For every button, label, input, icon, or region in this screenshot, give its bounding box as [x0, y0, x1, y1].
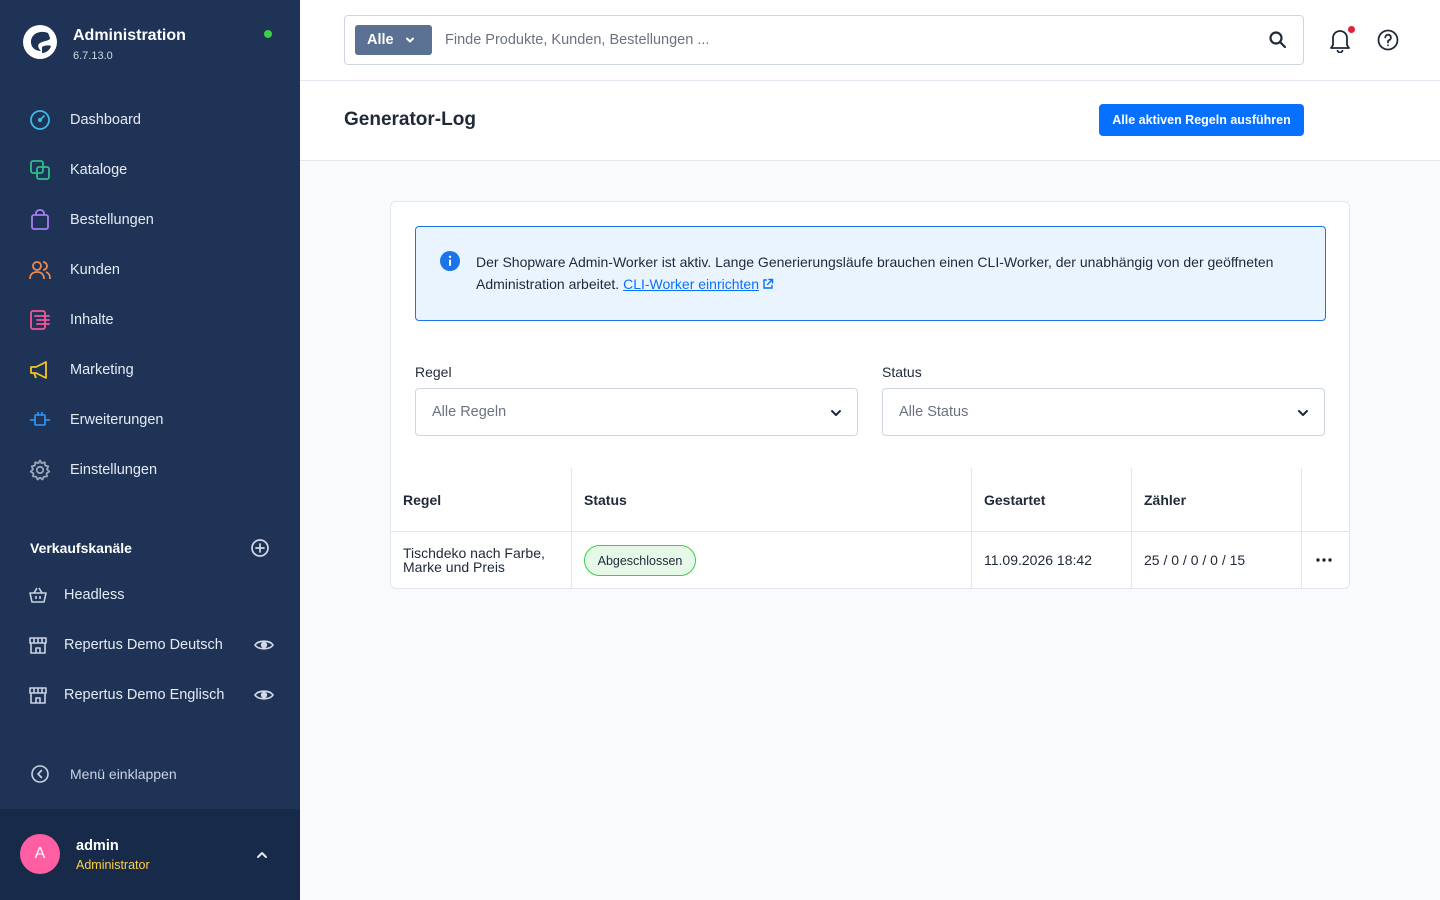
sales-channel-repertus-englisch[interactable]: Repertus Demo Englisch	[28, 683, 274, 707]
search-type-dropdown[interactable]: Alle	[355, 25, 432, 55]
column-header-rule[interactable]: Regel	[403, 492, 441, 508]
eye-icon[interactable]	[254, 688, 274, 702]
cli-worker-link[interactable]: CLI-Worker einrichten	[623, 276, 774, 292]
dashboard-icon	[28, 108, 52, 132]
user-role: Administrator	[76, 858, 150, 872]
help-icon[interactable]	[1376, 28, 1400, 52]
megaphone-icon	[28, 358, 52, 382]
sales-channel-label: Repertus Demo Englisch	[64, 687, 225, 703]
page-title: Generator-Log	[344, 109, 476, 130]
info-alert: Der Shopware Admin-Worker ist aktiv. Lan…	[415, 226, 1326, 321]
nav-item-content[interactable]: Inhalte	[0, 295, 300, 345]
status-filter-select[interactable]: Alle Status	[882, 388, 1325, 436]
status-filter-value: Alle Status	[899, 404, 969, 420]
nav-item-marketing[interactable]: Marketing	[0, 345, 300, 395]
status-filter-label: Status	[882, 364, 922, 380]
notification-dot	[1348, 26, 1355, 33]
rule-filter-value: Alle Regeln	[432, 404, 507, 420]
search-icon[interactable]	[1267, 29, 1289, 51]
chevron-down-icon	[405, 37, 414, 43]
nav-item-catalogs[interactable]: Kataloge	[0, 145, 300, 195]
nav-label: Kataloge	[70, 162, 128, 178]
sales-channel-label: Repertus Demo Deutsch	[64, 637, 223, 653]
chevron-up-icon[interactable]	[254, 847, 270, 863]
more-actions-icon[interactable]	[1316, 558, 1332, 562]
rule-filter-select[interactable]: Alle Regeln	[415, 388, 858, 436]
chevron-down-icon	[1298, 410, 1308, 416]
table-row: Tischdeko nach Farbe, Marke und Preis Ab…	[391, 532, 1349, 588]
cell-started: 11.09.2026 18:42	[984, 552, 1092, 568]
nav-label: Erweiterungen	[70, 412, 164, 428]
app-version: 6.7.13.0	[73, 50, 113, 62]
table-header: Regel Status Gestartet Zähler	[391, 468, 1349, 532]
basket-icon	[29, 587, 47, 603]
brand: Administration 6.7.13.0	[22, 24, 186, 64]
search-input[interactable]	[445, 28, 1245, 52]
shopware-logo-icon	[23, 25, 57, 59]
column-header-status[interactable]: Status	[584, 492, 627, 508]
eye-icon[interactable]	[254, 638, 274, 652]
generator-log-card: Der Shopware Admin-Worker ist aktiv. Lan…	[390, 201, 1350, 589]
storefront-icon	[29, 687, 47, 704]
nav-label: Einstellungen	[70, 462, 158, 478]
content-icon	[28, 308, 52, 332]
sales-channel-repertus-deutsch[interactable]: Repertus Demo Deutsch	[28, 633, 274, 657]
global-search: Alle	[344, 15, 1304, 65]
log-table: Regel Status Gestartet Zähler Tischdeko …	[391, 468, 1349, 588]
nav-item-settings[interactable]: Einstellungen	[0, 445, 300, 495]
sales-channel-headless[interactable]: Headless	[28, 583, 274, 607]
nav-item-orders[interactable]: Bestellungen	[0, 195, 300, 245]
online-status-dot	[264, 30, 272, 38]
add-sales-channel-icon[interactable]	[250, 538, 270, 558]
collapse-menu-button[interactable]: Menü einklappen	[30, 764, 177, 784]
nav-label: Inhalte	[70, 312, 114, 328]
avatar: A	[20, 834, 60, 874]
alert-text: Der Shopware Admin-Worker ist aktiv. Lan…	[476, 251, 1296, 295]
info-icon	[440, 251, 460, 271]
user-name: admin	[76, 838, 119, 854]
nav-label: Kunden	[70, 262, 120, 278]
sales-channels-title: Verkaufskanäle	[30, 540, 132, 556]
external-link-icon	[763, 278, 774, 289]
nav-item-dashboard[interactable]: Dashboard	[0, 95, 300, 145]
nav-label: Bestellungen	[70, 212, 154, 228]
shopping-bag-icon	[28, 208, 52, 232]
column-header-started[interactable]: Gestartet	[984, 492, 1045, 508]
chevron-down-icon	[831, 410, 841, 416]
sidebar: Administration 6.7.13.0 Dashboard Katalo…	[0, 0, 300, 900]
nav-label: Dashboard	[70, 112, 141, 128]
alert-message: Der Shopware Admin-Worker ist aktiv. Lan…	[476, 254, 1274, 292]
run-all-rules-button[interactable]: Alle aktiven Regeln ausführen	[1099, 104, 1304, 136]
cell-counter: 25 / 0 / 0 / 0 / 15	[1144, 552, 1246, 568]
catalog-icon	[28, 158, 52, 182]
storefront-icon	[29, 637, 47, 654]
sales-channel-label: Headless	[64, 587, 125, 603]
main-nav: Dashboard Kataloge Bestellungen Kunden I…	[0, 95, 300, 495]
cell-rule: Tischdeko nach Farbe, Marke und Preis	[403, 545, 545, 575]
rule-filter-label: Regel	[415, 364, 452, 380]
sales-channels-header: Verkaufskanäle	[30, 538, 270, 558]
plug-icon	[28, 408, 52, 432]
topbar: Alle	[300, 0, 1440, 81]
app-title: Administration	[73, 27, 186, 44]
nav-item-extensions[interactable]: Erweiterungen	[0, 395, 300, 445]
gear-icon	[28, 458, 52, 482]
collapse-menu-label: Menü einklappen	[70, 766, 177, 782]
chevron-left-circle-icon	[31, 765, 49, 783]
page-header: Generator-Log Alle aktiven Regeln ausfüh…	[300, 81, 1440, 161]
search-type-label: Alle	[367, 32, 394, 48]
column-header-counter[interactable]: Zähler	[1144, 492, 1186, 508]
nav-label: Marketing	[70, 362, 134, 378]
user-menu[interactable]: A admin Administrator	[0, 809, 300, 900]
customers-icon	[28, 258, 52, 282]
status-badge: Abgeschlossen	[584, 545, 696, 576]
nav-item-customers[interactable]: Kunden	[0, 245, 300, 295]
